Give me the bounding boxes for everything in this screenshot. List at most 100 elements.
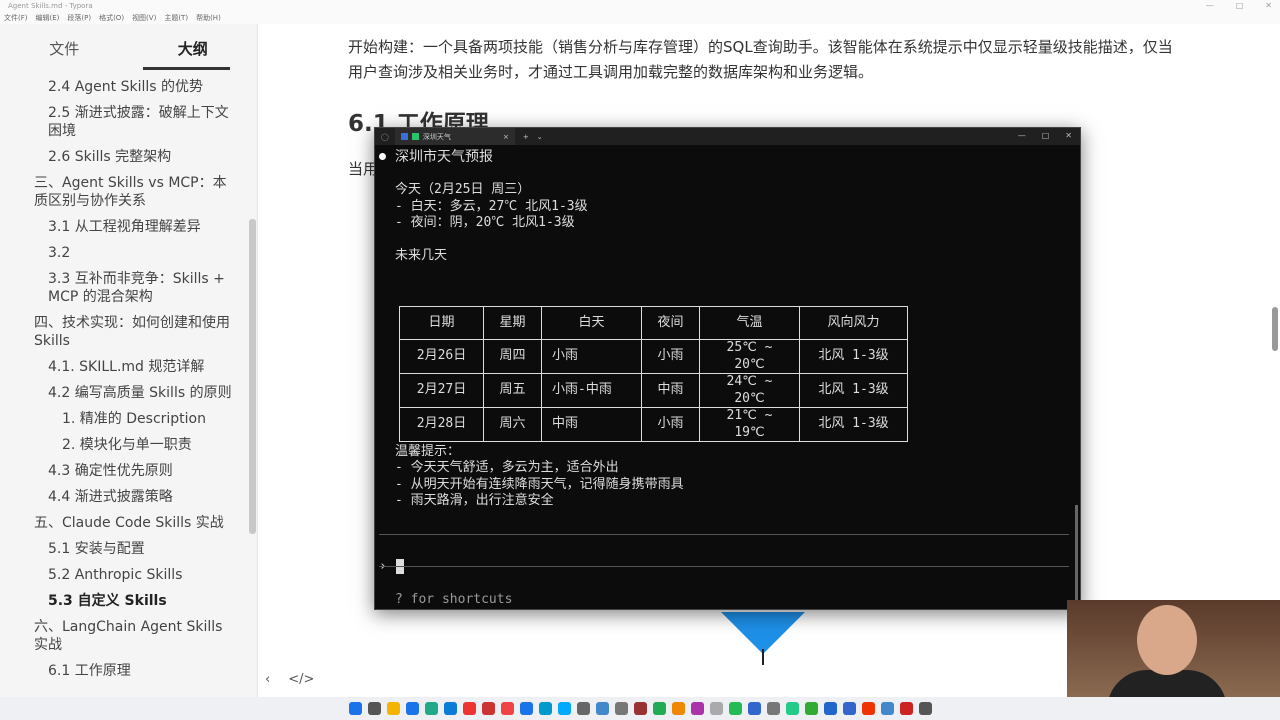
tip-item: - 雨天路滑，出行注意安全 bbox=[395, 493, 554, 508]
minimize-button[interactable]: — bbox=[1206, 0, 1214, 12]
table-header-row: 日期 星期 白天 夜间 气温 风向风力 bbox=[399, 306, 908, 340]
taskbar-app-icon[interactable] bbox=[538, 702, 552, 715]
tips-title: 温馨提示： bbox=[395, 444, 461, 459]
outline-item[interactable]: 4.4 渐进式披露策略 bbox=[0, 484, 245, 510]
cell: 中雨 bbox=[541, 407, 642, 442]
taskbar-app-icon[interactable] bbox=[880, 702, 894, 715]
taskbar-app-icon[interactable] bbox=[690, 702, 704, 715]
taskbar-app-icon[interactable] bbox=[918, 702, 932, 715]
terminal-tab-title: 深圳天气 bbox=[422, 132, 451, 141]
terminal-scrollbar[interactable] bbox=[1075, 505, 1078, 615]
outline-item[interactable]: 2.4 Agent Skills 的优势 bbox=[0, 74, 245, 100]
taskbar-app-icon[interactable] bbox=[481, 702, 495, 715]
cell: 小雨 bbox=[541, 339, 642, 374]
menu-file[interactable]: 文件(F) bbox=[4, 12, 28, 24]
tab-dropdown-button[interactable]: ⌄ bbox=[537, 133, 543, 141]
taskbar-app-icon[interactable] bbox=[500, 702, 514, 715]
outline-item[interactable]: 3.2 bbox=[0, 240, 245, 266]
outline-item[interactable]: 4.3 确定性优先原则 bbox=[0, 458, 245, 484]
taskbar-app-icon[interactable] bbox=[462, 702, 476, 715]
cell: 周五 bbox=[483, 373, 542, 408]
outline-item[interactable]: 六、LangChain Agent Skills 实战 bbox=[0, 614, 245, 658]
terminal-minimize-button[interactable]: — bbox=[1018, 131, 1026, 140]
taskbar-app-icon[interactable] bbox=[386, 702, 400, 715]
bullet-icon bbox=[379, 153, 386, 160]
terminal-tab[interactable]: 深圳天气 × bbox=[394, 128, 515, 145]
sidebar-scrollbar[interactable] bbox=[249, 219, 256, 534]
table-row: 2月27日 周五 小雨-中雨 中雨 24℃ ~ 20℃ 北风 1-3级 bbox=[399, 373, 908, 408]
outline-item[interactable]: 五、Claude Code Skills 实战 bbox=[0, 510, 245, 536]
taskbar-app-icon[interactable] bbox=[595, 702, 609, 715]
menu-edit[interactable]: 编辑(E) bbox=[36, 12, 60, 24]
outline-item[interactable]: 1. 精准的 Description bbox=[0, 406, 245, 432]
outline-item[interactable]: 三、Agent Skills vs MCP：本质区别与协作关系 bbox=[0, 170, 245, 214]
outline-item[interactable]: 5.2 Anthropic Skills bbox=[0, 562, 245, 588]
menu-theme[interactable]: 主题(T) bbox=[164, 12, 188, 24]
outline-item[interactable]: 4.1. SKILL.md 规范详解 bbox=[0, 354, 245, 380]
sidebar: 文件 大纲 2.4 Agent Skills 的优势 2.5 渐进式披露：破解上下… bbox=[0, 24, 258, 697]
document-scrollbar[interactable] bbox=[1272, 307, 1278, 351]
maximize-button[interactable]: □ bbox=[1236, 0, 1244, 12]
taskbar-app-icon[interactable] bbox=[785, 702, 799, 715]
taskbar-app-icon[interactable] bbox=[367, 702, 381, 715]
taskbar-app-icon[interactable] bbox=[348, 702, 362, 715]
taskbar-app-icon[interactable] bbox=[576, 702, 590, 715]
active-tab-indicator bbox=[143, 67, 230, 70]
outline-item[interactable]: 2.6 Skills 完整架构 bbox=[0, 144, 245, 170]
col-date: 日期 bbox=[399, 306, 484, 340]
taskbar-app-icon[interactable] bbox=[728, 702, 742, 715]
taskbar-app-icon[interactable] bbox=[443, 702, 457, 715]
outline-item[interactable]: 四、技术实现：如何创建和使用 Skills bbox=[0, 310, 245, 354]
outline-item[interactable]: 4.2 编写高质量 Skills 的原则 bbox=[0, 380, 245, 406]
menu-format[interactable]: 格式(O) bbox=[99, 12, 124, 24]
taskbar-app-icon[interactable] bbox=[614, 702, 628, 715]
taskbar-app-icon[interactable] bbox=[424, 702, 438, 715]
taskbar-app-icon[interactable] bbox=[405, 702, 419, 715]
cell: 2月26日 bbox=[399, 339, 484, 374]
outline-item[interactable]: 2.5 渐进式披露：破解上下文困境 bbox=[0, 100, 245, 144]
taskbar-app-icon[interactable] bbox=[861, 702, 875, 715]
terminal-close-button[interactable]: ✕ bbox=[1065, 131, 1072, 140]
menu-bar: 文件(F) 编辑(E) 段落(P) 格式(O) 视图(V) 主题(T) 帮助(H… bbox=[0, 12, 1280, 24]
taskbar-app-icon[interactable] bbox=[519, 702, 533, 715]
cell: 周四 bbox=[483, 339, 542, 374]
new-tab-button[interactable]: + bbox=[523, 133, 529, 141]
menu-paragraph[interactable]: 段落(P) bbox=[67, 12, 91, 24]
terminal-maximize-button[interactable]: □ bbox=[1042, 131, 1050, 140]
taskbar-app-icon[interactable] bbox=[633, 702, 647, 715]
cell: 2月27日 bbox=[399, 373, 484, 408]
document-paragraph: 开始构建：一个具备两项技能（销售分析与库存管理）的SQL查询助手。该智能体在系统… bbox=[348, 38, 1173, 81]
outline-item[interactable]: 3.1 从工程视角理解差异 bbox=[0, 214, 245, 240]
cell: 25℃ ~ 20℃ bbox=[699, 339, 800, 374]
taskbar-app-icon[interactable] bbox=[842, 702, 856, 715]
taskbar-app-icon[interactable] bbox=[747, 702, 761, 715]
col-night: 夜间 bbox=[641, 306, 700, 340]
taskbar-app-icon[interactable] bbox=[899, 702, 913, 715]
taskbar-app-icon[interactable] bbox=[652, 702, 666, 715]
outline-item[interactable]: 5.3 自定义 Skills bbox=[0, 588, 245, 614]
close-tab-button[interactable]: × bbox=[503, 133, 509, 141]
taskbar-app-icon[interactable] bbox=[766, 702, 780, 715]
taskbar-app-icon[interactable] bbox=[804, 702, 818, 715]
menu-help[interactable]: 帮助(H) bbox=[196, 12, 221, 24]
taskbar-app-icon[interactable] bbox=[709, 702, 723, 715]
outline-item[interactable]: 2. 模块化与单一职责 bbox=[0, 432, 245, 458]
menu-view[interactable]: 视图(V) bbox=[132, 12, 156, 24]
shield-icon: ◯ bbox=[381, 132, 389, 141]
cell: 北风 1-3级 bbox=[799, 373, 908, 408]
taskbar-app-icon[interactable] bbox=[823, 702, 837, 715]
tab-outline[interactable]: 大纲 bbox=[129, 38, 258, 59]
close-button[interactable]: ✕ bbox=[1265, 0, 1272, 12]
weather-heading: 深圳市天气预报 bbox=[395, 149, 493, 165]
outline-item[interactable]: 6.1 工作原理 bbox=[0, 658, 245, 684]
taskbar-app-icon[interactable] bbox=[557, 702, 571, 715]
presenter-face bbox=[1137, 605, 1197, 675]
today-title: 今天（2月25日 周三） bbox=[395, 182, 531, 197]
outline-item[interactable]: 3.3 互补而非竞争：Skills + MCP 的混合架构 bbox=[0, 266, 245, 310]
outline-list: 2.4 Agent Skills 的优势 2.5 渐进式披露：破解上下文困境 2.6… bbox=[0, 74, 245, 684]
terminal-window: ◯ 深圳天气 × + ⌄ — □ ✕ 深圳市天气预报 今天（2月25日 周三） - … bbox=[374, 127, 1081, 615]
outline-item[interactable]: 5.1 安装与配置 bbox=[0, 536, 245, 562]
status-icon bbox=[411, 133, 419, 140]
tab-files[interactable]: 文件 bbox=[0, 38, 129, 59]
taskbar-app-icon[interactable] bbox=[671, 702, 685, 715]
